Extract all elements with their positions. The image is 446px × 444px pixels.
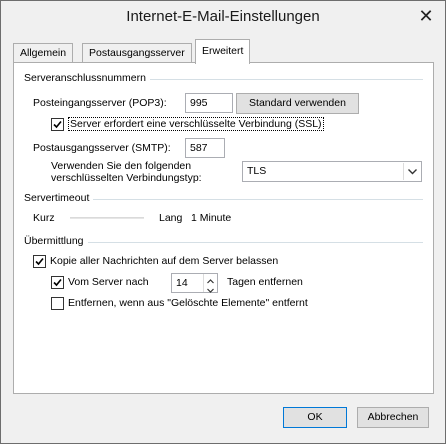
tab-allgemein[interactable]: Allgemein xyxy=(13,43,74,63)
section-title: Servertimeout xyxy=(24,192,94,204)
encryption-type-select[interactable]: TLS xyxy=(242,161,422,182)
checkmark-icon xyxy=(53,278,62,287)
cancel-button[interactable]: Abbrechen xyxy=(357,407,429,428)
keep-copy-label[interactable]: Kopie aller Nachrichten auf dem Server b… xyxy=(50,255,278,267)
section-title: Serveranschlussnummern xyxy=(24,72,150,84)
section-server-ports: Serveranschlussnummern xyxy=(24,72,423,86)
remove-after-checkbox[interactable] xyxy=(51,276,64,289)
tab-erweitert[interactable]: Erweitert xyxy=(195,39,251,64)
tab-postausgangsserver[interactable]: Postausgangsserver xyxy=(82,43,192,63)
incoming-port-input[interactable]: 995 xyxy=(185,93,233,113)
encryption-label-line2: verschlüsselten Verbindungstyp: xyxy=(51,172,202,184)
ok-button[interactable]: OK xyxy=(283,407,347,428)
remove-deleted-checkbox[interactable] xyxy=(51,297,64,310)
days-suffix-label: Tagen entfernen xyxy=(227,276,303,288)
timeout-value: 1 Minute xyxy=(191,212,232,224)
remove-after-days-spinner[interactable]: 14 xyxy=(171,273,218,293)
section-server-timeout: Servertimeout xyxy=(24,192,423,206)
ssl-label[interactable]: Server erfordert eine verschlüsselte Ver… xyxy=(68,117,324,131)
window-title: Internet-E-Mail-Einstellungen xyxy=(126,8,320,25)
dialog-window: Internet-E-Mail-Einstellungen ✕ Allgemei… xyxy=(0,0,446,444)
tab-panel-erweitert: Serveranschlussnummern Posteingangsserve… xyxy=(13,62,434,394)
section-title: Übermittlung xyxy=(24,235,88,247)
use-default-button[interactable]: Standard verwenden xyxy=(236,93,359,114)
timeout-slider[interactable] xyxy=(70,217,144,219)
remove-after-label[interactable]: Vom Server nach xyxy=(68,276,149,288)
spin-down-icon[interactable] xyxy=(204,283,217,293)
outgoing-port-input[interactable]: 587 xyxy=(185,138,225,158)
outgoing-port-label: Postausgangsserver (SMTP): xyxy=(33,142,171,154)
encryption-label-line1: Verwenden Sie den folgenden xyxy=(51,160,192,172)
title-bar[interactable]: Internet-E-Mail-Einstellungen ✕ xyxy=(1,1,445,34)
spin-up-icon[interactable] xyxy=(204,274,217,284)
close-icon[interactable]: ✕ xyxy=(415,7,437,25)
checkmark-icon xyxy=(35,257,44,266)
remove-after-days-value: 14 xyxy=(176,277,188,289)
keep-copy-checkbox[interactable] xyxy=(33,255,46,268)
timeout-short-label: Kurz xyxy=(33,212,55,224)
encryption-type-value: TLS xyxy=(247,165,267,177)
timeout-long-label: Lang xyxy=(159,212,183,224)
checkmark-icon xyxy=(53,120,62,129)
remove-deleted-label[interactable]: Entfernen, wenn aus "Gelöschte Elemente"… xyxy=(68,297,308,309)
section-delivery: Übermittlung xyxy=(24,235,423,249)
chevron-down-icon[interactable] xyxy=(403,163,420,180)
ssl-checkbox[interactable] xyxy=(51,118,64,131)
incoming-port-label: Posteingangsserver (POP3): xyxy=(33,97,167,109)
